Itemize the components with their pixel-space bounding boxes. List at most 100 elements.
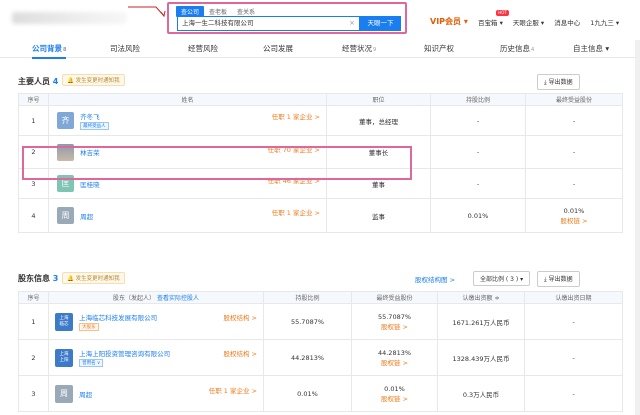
tab-judicial-risk[interactable]: 司法风险 bbox=[110, 43, 140, 54]
person-name-block: 周超 bbox=[80, 211, 93, 221]
table-header-row: 序号 姓名 职位 持股比例 最终受益股份 bbox=[18, 93, 623, 106]
person-name-block: 齐冬飞 最终受益人 bbox=[80, 111, 109, 130]
capital-cell: 1328.439万人民币 bbox=[437, 339, 525, 376]
benefit-value: 0.01% bbox=[563, 206, 585, 215]
row-number: 2 bbox=[18, 339, 49, 376]
beneficiary-badge: 最终受益人 bbox=[80, 122, 109, 130]
share-cell: 55.7087% bbox=[263, 303, 352, 340]
shareholders-notify-button[interactable]: 🔔 发生变更时通知我 bbox=[62, 272, 125, 284]
person-cell: 周 周超 任职 1 家企业 > bbox=[48, 198, 327, 233]
former-name-badge[interactable]: 曾用名 ∨ bbox=[79, 359, 104, 367]
related-companies-link[interactable]: 任职 1 家企业 > bbox=[272, 111, 320, 121]
capital-cell: 0.3万人民币 bbox=[437, 375, 525, 412]
search-box: 查公司 查老板 查关系 上海一生二科技有限公司 × 天眼一下 bbox=[167, 2, 407, 34]
ratio-filter-dropdown[interactable]: 全部比例 ( 3 ) ▾ bbox=[473, 271, 531, 286]
tab-label: 经营风险 bbox=[188, 44, 218, 53]
nav-message-center[interactable]: 消息中心 bbox=[554, 17, 580, 27]
search-button[interactable]: 天眼一下 bbox=[360, 16, 401, 31]
tab-label: 公司背景 bbox=[32, 44, 62, 53]
person-cell: 齐 齐冬飞 最终受益人 任职 1 家企业 > bbox=[48, 105, 327, 136]
tab-label: 公司发展 bbox=[263, 44, 293, 53]
company-logo: 上海 上阳 bbox=[55, 348, 73, 367]
actual-controller-link[interactable]: 查看实际控股人 bbox=[157, 295, 199, 302]
vip-link[interactable]: VIP会员 ▾ bbox=[430, 16, 468, 27]
search-input-value: 上海一生二科技有限公司 bbox=[182, 19, 254, 27]
column-header: 职位 bbox=[326, 93, 431, 106]
tab-history[interactable]: 历史信息4 bbox=[500, 43, 534, 54]
person-name-block: 林吉荣 bbox=[80, 147, 100, 157]
person-cell: 匡 匡桂晓 任职 46 家企业 > bbox=[48, 168, 327, 199]
person-name-link[interactable]: 周超 bbox=[80, 213, 93, 221]
person-name-link[interactable]: 齐冬飞 bbox=[80, 113, 100, 121]
row-number: 3 bbox=[18, 375, 49, 412]
equity-chain-link[interactable]: 股权链 > bbox=[381, 323, 408, 331]
tab-intellectual-property[interactable]: 知识产权 bbox=[424, 43, 454, 54]
scrollbar[interactable] bbox=[635, 40, 640, 415]
nav-enterprise-service[interactable]: 天眼企服 ▾ bbox=[513, 17, 544, 27]
column-header: 姓名 bbox=[48, 93, 327, 106]
column-header: 认缴出资日期 bbox=[524, 291, 623, 304]
table-row: 4 周 周超 任职 1 家企业 > 监事 0.01% 0.01% 股权链 > bbox=[18, 198, 623, 233]
red-arrow-annotation bbox=[128, 6, 166, 18]
tab-company-background[interactable]: 公司背景8 bbox=[32, 43, 67, 59]
equity-structure-row-link[interactable]: 股权结构 > bbox=[223, 312, 257, 322]
person-name-block: 匡桂晓 bbox=[80, 179, 100, 189]
tab-business-status[interactable]: 经营状况9 bbox=[342, 43, 376, 54]
tab-label: 历史信息 bbox=[500, 44, 530, 53]
benefit-value: 55.7087% bbox=[377, 312, 412, 321]
equity-structure-row-link[interactable]: 股权结构 > bbox=[223, 348, 257, 358]
benefit-value: 0.01% bbox=[384, 384, 405, 393]
tab-operating-risk[interactable]: 经营风险 bbox=[188, 43, 218, 54]
shareholders-export-button[interactable]: ⤓ 导出数据 bbox=[537, 271, 580, 287]
related-companies-link[interactable]: 任职 1 家企业 > bbox=[209, 385, 257, 395]
personnel-count: 4 bbox=[52, 77, 59, 86]
column-header-sortable[interactable]: 认缴出资额 ≑ bbox=[437, 291, 525, 304]
shareholder-name-link[interactable]: 上海临芯科技发展有限公司 bbox=[79, 314, 157, 322]
avatar: 匡 bbox=[57, 175, 74, 192]
clear-icon[interactable]: × bbox=[349, 17, 355, 30]
benefit-cell: - bbox=[525, 105, 623, 136]
row-number: 4 bbox=[18, 198, 49, 233]
share-cell: - bbox=[430, 135, 526, 169]
person-name-link[interactable]: 林吉荣 bbox=[80, 149, 100, 157]
table-row: 3 匡 匡桂晓 任职 46 家企业 > 董事 - - bbox=[18, 168, 623, 199]
export-label: 导出数据 bbox=[548, 276, 573, 283]
related-companies-link[interactable]: 任职 70 家企业 > bbox=[268, 144, 320, 154]
shareholder-cell: 周 周超 任职 1 家企业 > bbox=[48, 375, 264, 412]
avatar: 周 bbox=[55, 384, 73, 403]
benefit-cell: 44.2813% 股权链 > bbox=[351, 339, 438, 376]
equity-chain-link[interactable]: 股权链 > bbox=[381, 359, 408, 367]
column-header: 持股比例 bbox=[263, 291, 352, 304]
shareholder-name-link[interactable]: 上海上阳投资管理咨询有限公司 bbox=[79, 350, 170, 358]
related-companies-link[interactable]: 任职 46 家企业 > bbox=[268, 175, 320, 185]
tab-label: 经营状况 bbox=[342, 44, 372, 53]
avatar-photo bbox=[57, 143, 74, 161]
related-companies-link[interactable]: 任职 1 家企业 > bbox=[272, 207, 320, 217]
equity-chain-link[interactable]: 股权链 > bbox=[381, 395, 408, 403]
column-header: 最终受益股份 bbox=[525, 93, 623, 106]
nav-user[interactable]: 1九九三 ▾ bbox=[590, 17, 619, 27]
major-shareholder-badge: 大股东 bbox=[79, 323, 99, 331]
tab-self-info[interactable]: 自主信息 ▾ bbox=[573, 43, 609, 54]
benefit-cell: - bbox=[525, 168, 623, 199]
column-header: 股东（发起人） 查看实际控股人 bbox=[48, 291, 264, 304]
shareholder-name-block: 上海上阳投资管理咨询有限公司 曾用名 ∨ bbox=[79, 348, 170, 367]
equity-structure-link[interactable]: 股权结构图 > bbox=[415, 274, 455, 284]
tab-company-development[interactable]: 公司发展 bbox=[263, 43, 293, 54]
nav-toolbox[interactable]: 百宝箱 ▾ HOT bbox=[478, 10, 509, 27]
notice-label: 发生变更时通知我 bbox=[75, 78, 120, 84]
nav-toolbox-label: 百宝箱 bbox=[478, 19, 498, 27]
benefit-cell: 55.7087% 股权链 > bbox=[351, 303, 438, 340]
person-name-link[interactable]: 匡桂晓 bbox=[80, 181, 100, 189]
top-nav: 百宝箱 ▾ HOT 天眼企服 ▾ 消息中心 1九九三 ▾ bbox=[478, 10, 619, 27]
equity-chain-link[interactable]: 股权链 > bbox=[560, 217, 587, 225]
date-cell: - bbox=[524, 375, 623, 412]
personnel-title: 主要人员 4 bbox=[18, 76, 58, 87]
avatar: 周 bbox=[57, 207, 74, 224]
row-number: 1 bbox=[18, 303, 49, 340]
search-input[interactable]: 上海一生二科技有限公司 × bbox=[177, 16, 360, 31]
personnel-export-button[interactable]: ⤓ 导出数据 bbox=[537, 74, 580, 90]
shareholder-name-link[interactable]: 周超 bbox=[79, 391, 92, 399]
personnel-notify-button[interactable]: 🔔 发生变更时通知我 bbox=[62, 74, 125, 86]
hot-badge: HOT bbox=[496, 10, 509, 16]
